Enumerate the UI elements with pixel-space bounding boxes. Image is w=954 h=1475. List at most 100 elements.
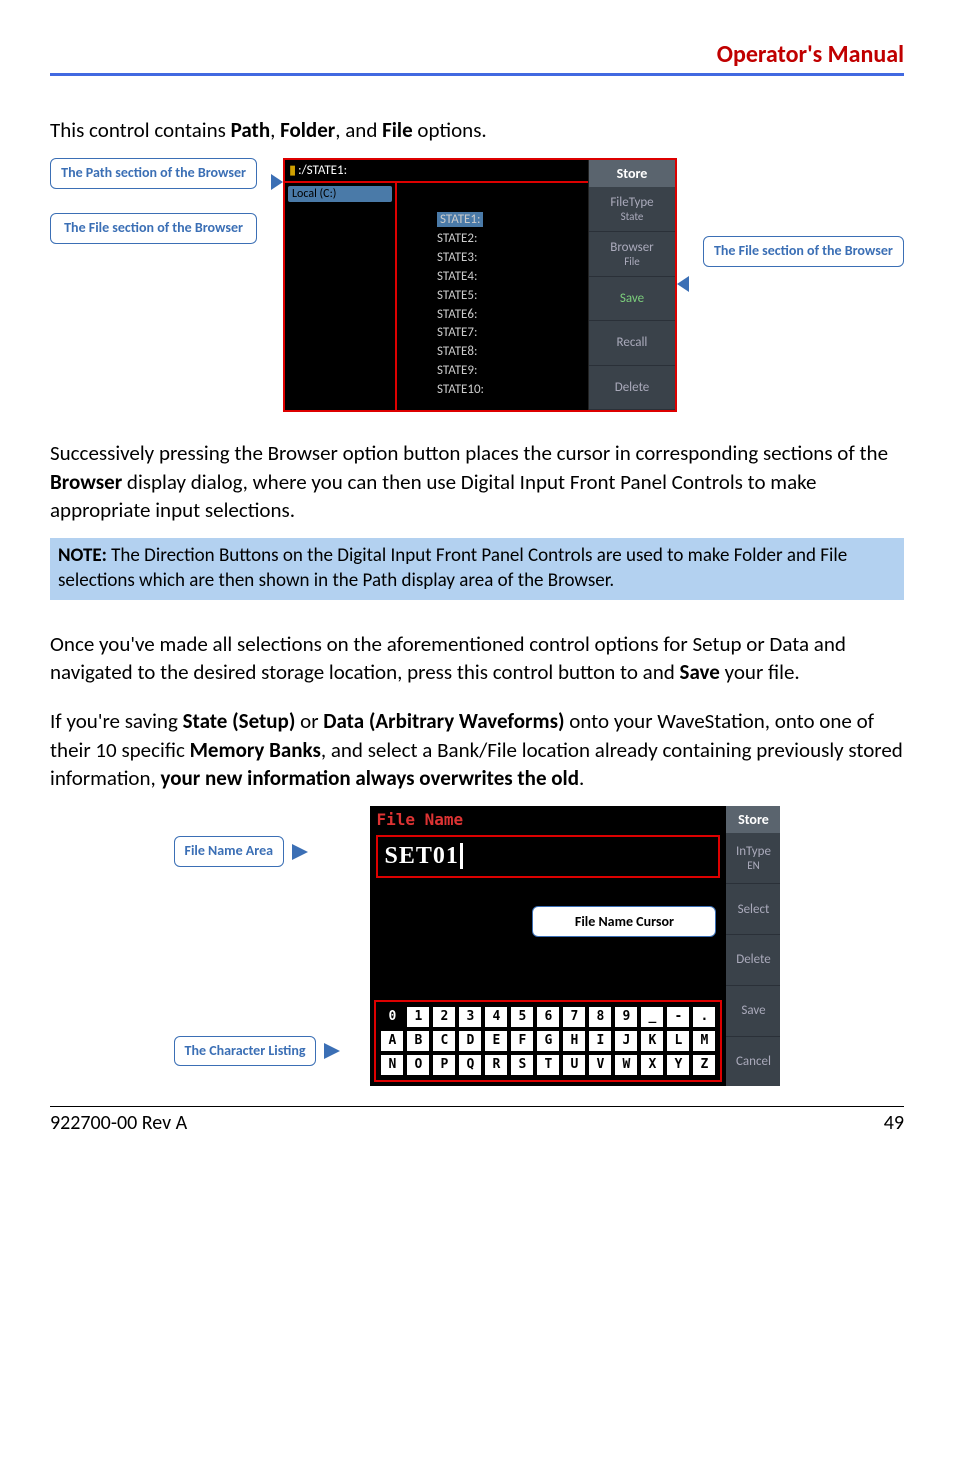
- path-text: :/STATE1:: [298, 163, 347, 178]
- key[interactable]: W: [614, 1054, 638, 1076]
- key[interactable]: F: [510, 1030, 534, 1052]
- store-sidebar-2: Store InType EN Select Delete Save Cance…: [726, 806, 780, 1086]
- key[interactable]: P: [432, 1054, 456, 1076]
- sidebar-title: Store: [726, 806, 780, 833]
- text: your new information always overwrites t…: [161, 765, 579, 791]
- text: or: [295, 708, 323, 734]
- text: .: [579, 765, 584, 791]
- key[interactable]: E: [484, 1030, 508, 1052]
- key[interactable]: 3: [458, 1006, 482, 1028]
- key[interactable]: A: [380, 1030, 404, 1052]
- key[interactable]: 1: [406, 1006, 430, 1028]
- text: , and: [335, 117, 382, 143]
- filename-field[interactable]: SET01: [376, 835, 720, 878]
- key[interactable]: 5: [510, 1006, 534, 1028]
- state-item[interactable]: STATE9:: [437, 362, 578, 381]
- key[interactable]: R: [484, 1054, 508, 1076]
- note-text: The Direction Buttons on the Digital Inp…: [58, 544, 847, 592]
- callout-filename-area: File Name Area: [174, 836, 285, 867]
- key[interactable]: 2: [432, 1006, 456, 1028]
- key[interactable]: 9: [614, 1006, 638, 1028]
- text: If you're saving: [50, 708, 183, 734]
- browser-file-pane: STATE1: STATE2: STATE3: STATE4: STATE5: …: [397, 183, 588, 410]
- key[interactable]: T: [536, 1054, 560, 1076]
- key[interactable]: N: [380, 1054, 404, 1076]
- kbd-row-3: N O P Q R S T U V W X Y Z: [380, 1054, 716, 1076]
- save-button[interactable]: Save: [726, 986, 780, 1037]
- key[interactable]: M: [692, 1030, 716, 1052]
- key[interactable]: K: [640, 1030, 664, 1052]
- kbd-row-1: 0 1 2 3 4 5 6 7 8 9 _ - .: [380, 1006, 716, 1028]
- key[interactable]: 8: [588, 1006, 612, 1028]
- callout-file-section: The File section of the Browser: [50, 213, 257, 244]
- key[interactable]: -: [666, 1006, 690, 1028]
- state-item[interactable]: STATE7:: [437, 324, 578, 343]
- key[interactable]: U: [562, 1054, 586, 1076]
- note-box: NOTE: The Direction Buttons on the Digit…: [50, 538, 904, 599]
- key[interactable]: .: [692, 1006, 716, 1028]
- save-button[interactable]: Save: [589, 277, 675, 322]
- key[interactable]: J: [614, 1030, 638, 1052]
- page-header: Operator's Manual: [50, 40, 904, 76]
- text: Successively pressing the Browser option…: [50, 440, 888, 466]
- callout-file-save: The File section of the Browser: [703, 236, 904, 267]
- paragraph-1: This control contains Path, Folder, and …: [50, 116, 904, 144]
- btn-sub: File: [589, 255, 675, 268]
- key[interactable]: 4: [484, 1006, 508, 1028]
- key[interactable]: _: [640, 1006, 664, 1028]
- key[interactable]: X: [640, 1054, 664, 1076]
- key[interactable]: V: [588, 1054, 612, 1076]
- filename-value: SET01: [384, 843, 458, 870]
- state-item[interactable]: STATE10:: [437, 381, 578, 400]
- key[interactable]: Y: [666, 1054, 690, 1076]
- key[interactable]: C: [432, 1030, 456, 1052]
- paragraph-2: Successively pressing the Browser option…: [50, 439, 904, 524]
- delete-button[interactable]: Delete: [726, 935, 780, 986]
- text: This control contains: [50, 117, 231, 143]
- path-display: ▮:/STATE1:: [285, 160, 588, 183]
- state-item[interactable]: STATE8:: [437, 343, 578, 362]
- text: File: [382, 117, 413, 143]
- key[interactable]: 7: [562, 1006, 586, 1028]
- browser-button[interactable]: Browser File: [589, 232, 675, 277]
- btn-label: FileType: [589, 195, 675, 210]
- intype-button[interactable]: InType EN: [726, 833, 780, 884]
- state-item[interactable]: STATE6:: [437, 306, 578, 325]
- filename-screen: File Name SET01 File Name Cursor 0 1 2 3…: [370, 806, 780, 1086]
- text: your file.: [720, 659, 800, 685]
- key[interactable]: 6: [536, 1006, 560, 1028]
- recall-button[interactable]: Recall: [589, 321, 675, 366]
- btn-sub: State: [589, 210, 675, 223]
- key[interactable]: Z: [692, 1054, 716, 1076]
- key[interactable]: H: [562, 1030, 586, 1052]
- filetype-button[interactable]: FileType State: [589, 187, 675, 232]
- text: Browser: [50, 469, 122, 495]
- state-item[interactable]: STATE5:: [437, 287, 578, 306]
- local-drive[interactable]: Local (C:): [288, 186, 392, 202]
- key[interactable]: L: [666, 1030, 690, 1052]
- state-item[interactable]: STATE2:: [437, 230, 578, 249]
- key[interactable]: S: [510, 1054, 534, 1076]
- figure-browser: The Path section of the Browser The File…: [50, 158, 904, 418]
- disk-icon: ▮: [289, 163, 296, 178]
- key[interactable]: Q: [458, 1054, 482, 1076]
- figure-filename: File Name Area The Character Listing Fil…: [50, 806, 904, 1086]
- cancel-button[interactable]: Cancel: [726, 1037, 780, 1087]
- key[interactable]: D: [458, 1030, 482, 1052]
- key[interactable]: I: [588, 1030, 612, 1052]
- state-item[interactable]: STATE3:: [437, 249, 578, 268]
- state-item[interactable]: STATE4:: [437, 268, 578, 287]
- footer-right: 49: [884, 1111, 904, 1135]
- key[interactable]: B: [406, 1030, 430, 1052]
- sidebar-title: Store: [589, 160, 675, 187]
- callout-filename-cursor: File Name Cursor: [532, 906, 716, 937]
- key[interactable]: O: [406, 1054, 430, 1076]
- filename-label: File Name: [370, 806, 726, 833]
- footer-left: 922700-00 Rev A: [50, 1111, 187, 1135]
- key[interactable]: 0: [380, 1006, 404, 1028]
- callout-path-section: The Path section of the Browser: [50, 158, 257, 189]
- key[interactable]: G: [536, 1030, 560, 1052]
- delete-button[interactable]: Delete: [589, 366, 675, 411]
- select-button[interactable]: Select: [726, 884, 780, 935]
- state-item-selected[interactable]: STATE1:: [437, 212, 483, 227]
